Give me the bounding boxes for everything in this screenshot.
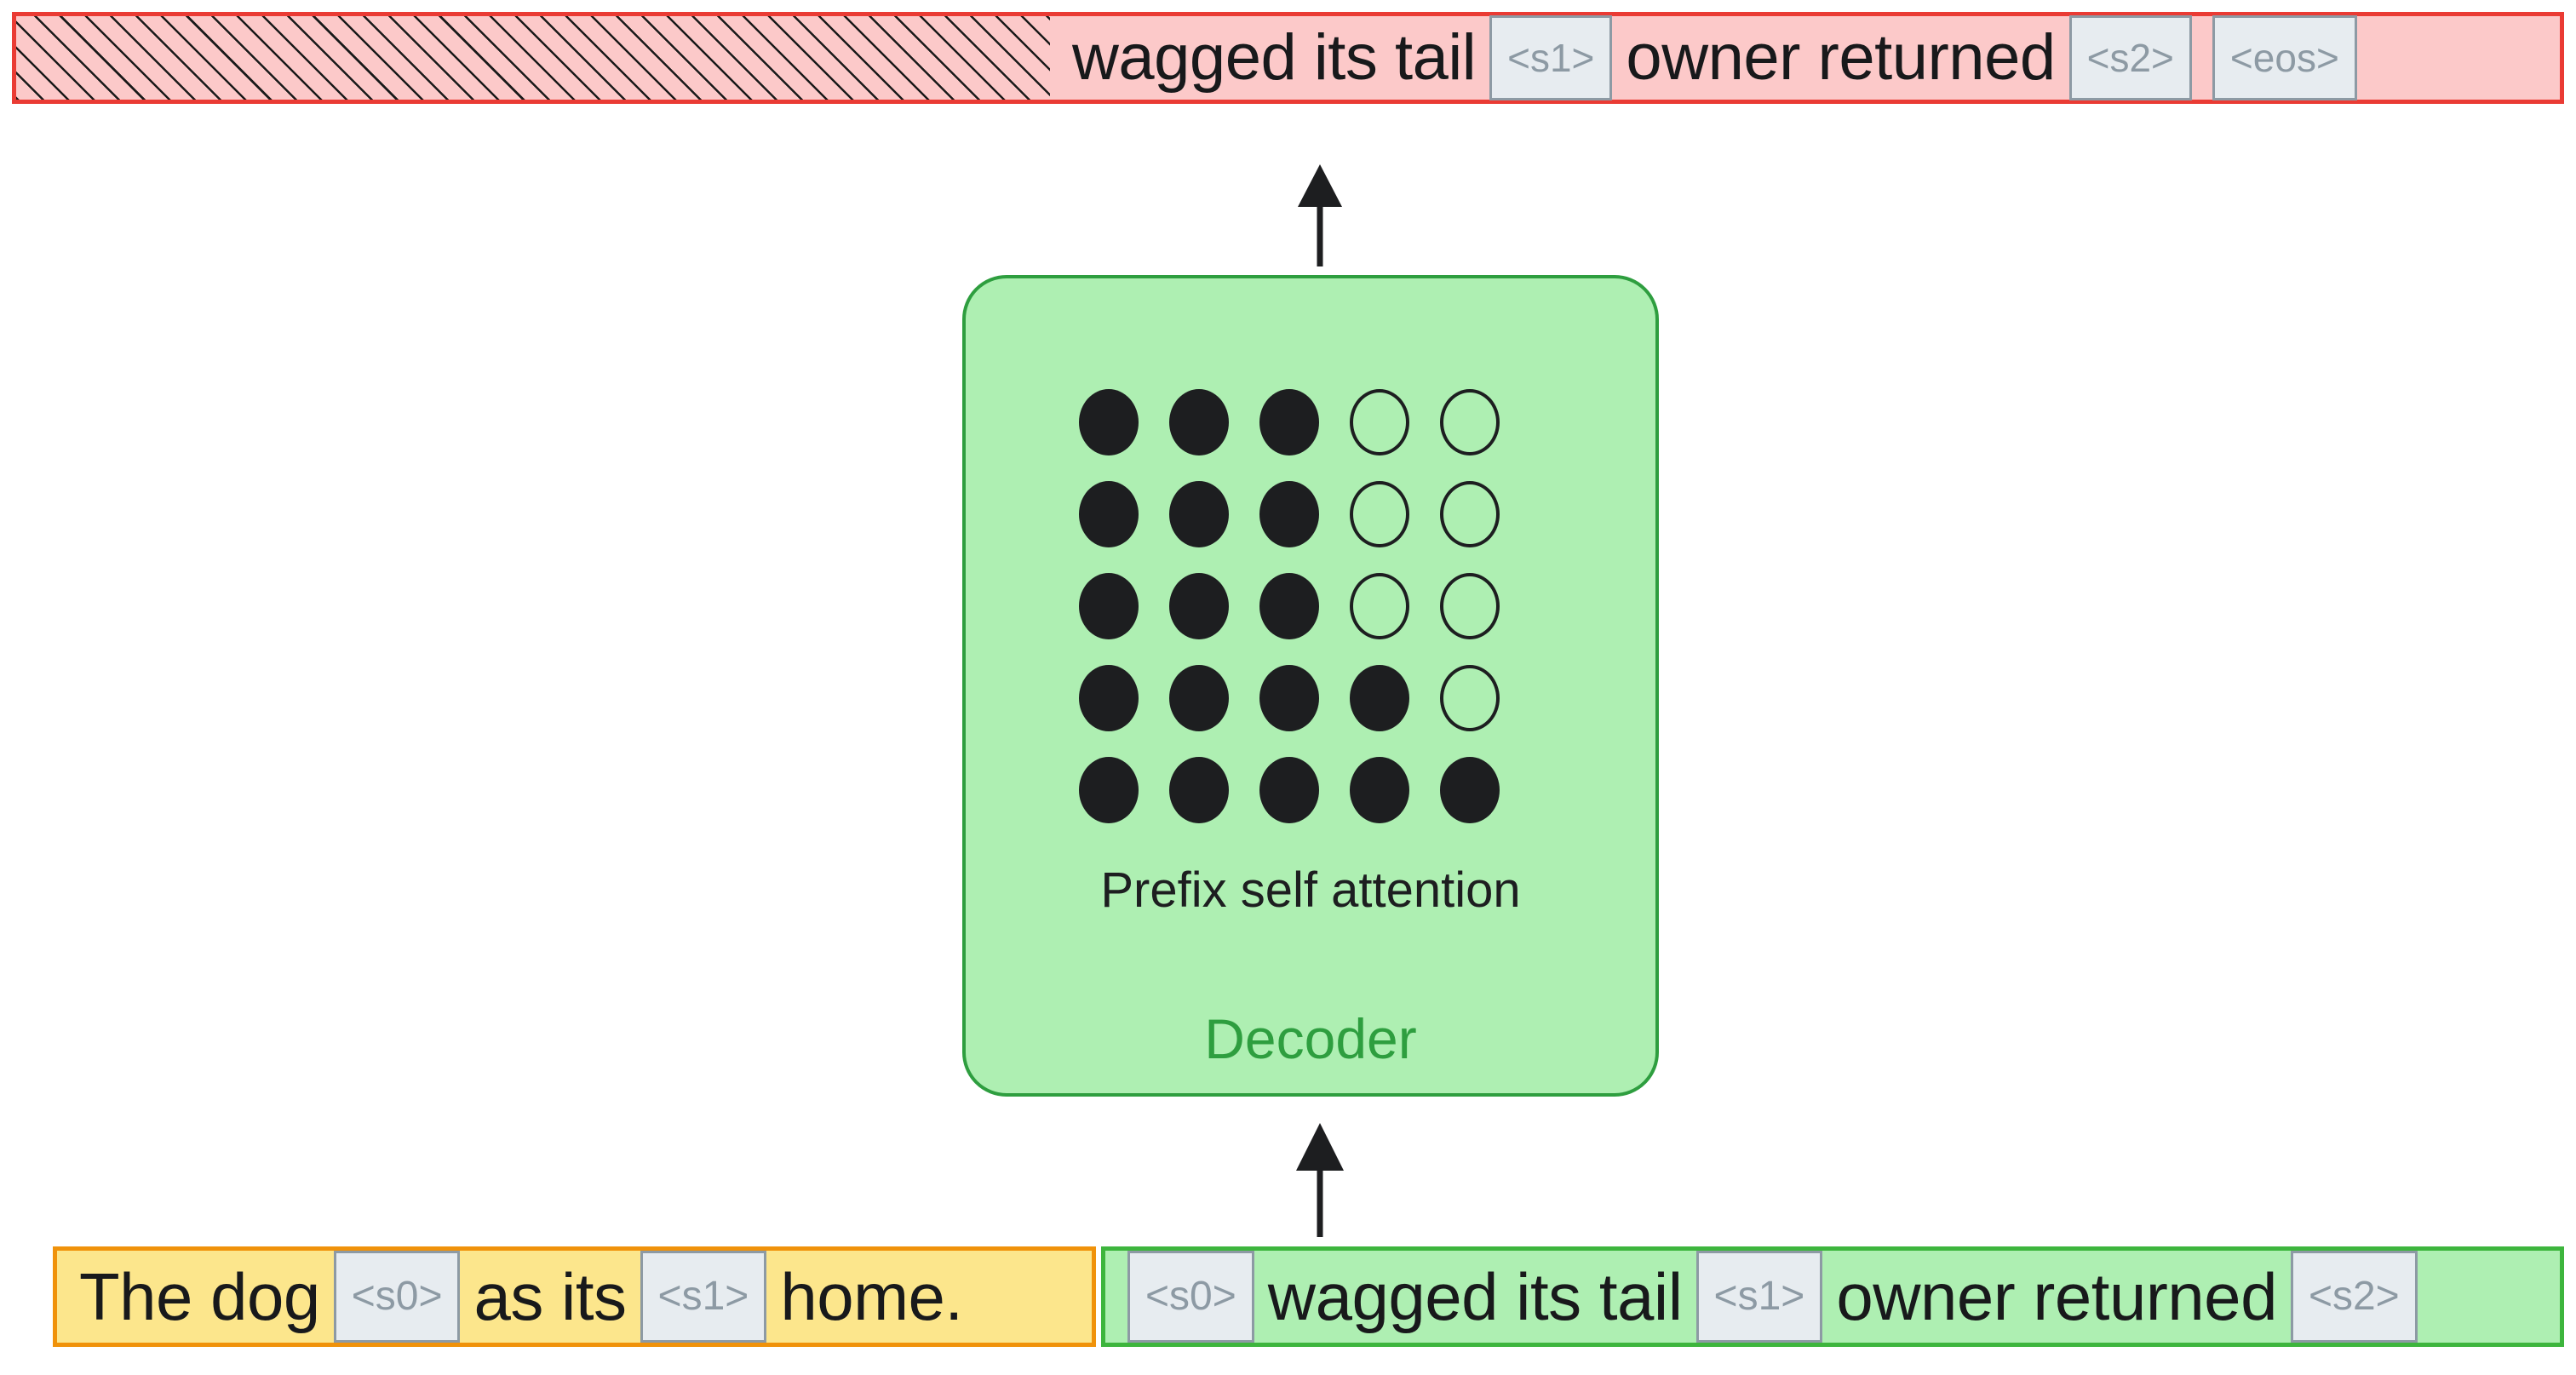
attention-dot-filled	[1259, 757, 1319, 823]
attention-dot-filled	[1169, 757, 1229, 823]
token-word: wagged its tail	[1072, 21, 1477, 94]
attention-dot-empty	[1350, 389, 1409, 455]
token-word: The dog	[79, 1259, 320, 1334]
input-to-decoder-arrow	[1296, 1123, 1344, 1237]
sentinel-token: <s1>	[1489, 15, 1613, 100]
token-word: as its	[473, 1259, 627, 1334]
attention-dot-filled	[1169, 389, 1229, 455]
attention-dot-filled	[1079, 573, 1139, 639]
sentinel-token: <s1>	[640, 1251, 767, 1343]
sentinel-token: <eos>	[2212, 15, 2357, 100]
decoder-to-output-arrow	[1298, 164, 1342, 266]
token-word: owner returned	[1836, 1259, 2277, 1334]
token-word: wagged its tail	[1267, 1259, 1683, 1334]
diagram-canvas: wagged its tail <s1> owner returned <s2> <eo…	[0, 0, 2576, 1375]
attention-dot-filled	[1169, 573, 1229, 639]
attention-dot-filled	[1079, 757, 1139, 823]
decoder-block: Prefix self attention Decoder	[962, 275, 1659, 1097]
attention-dot-empty	[1440, 573, 1500, 639]
sentinel-token: <s0>	[333, 1251, 461, 1343]
token-word: home.	[780, 1259, 963, 1334]
attention-caption-label: Prefix self attention	[1100, 862, 1521, 918]
attention-dot-filled	[1259, 481, 1319, 547]
attention-dot-empty	[1350, 481, 1409, 547]
attention-dot-filled	[1169, 665, 1229, 731]
attention-dot-filled	[1079, 481, 1139, 547]
attention-dot-empty	[1350, 573, 1409, 639]
attention-dot-filled	[1079, 389, 1139, 455]
prefix-self-attention-matrix	[1079, 389, 1500, 823]
attention-dot-filled	[1259, 389, 1319, 455]
output-tokens: wagged its tail <s1> owner returned <s2> <eo…	[1050, 15, 2367, 100]
source-tokens: The dog <s0> as its <s1> home.	[76, 1251, 967, 1343]
sentinel-token: <s1>	[1695, 1251, 1823, 1343]
source-input-bar: The dog <s0> as its <s1> home.	[53, 1246, 1096, 1347]
output-sequence-bar: wagged its tail <s1> owner returned <s2> <eo…	[12, 12, 2564, 104]
masked-prefix-hatched-region	[16, 16, 1050, 100]
sentinel-token: <s2>	[2290, 1251, 2418, 1343]
sentinel-token: <s0>	[1127, 1251, 1254, 1343]
attention-dot-filled	[1440, 757, 1500, 823]
attention-dot-filled	[1169, 481, 1229, 547]
attention-dot-empty	[1440, 665, 1500, 731]
attention-dot-filled	[1350, 757, 1409, 823]
decoder-title-label: Decoder	[1204, 1007, 1417, 1070]
target-tokens: <s0> wagged its tail <s1> owner returned <s2…	[1117, 1251, 2428, 1343]
target-input-bar: <s0> wagged its tail <s1> owner returned <s2…	[1101, 1246, 2564, 1347]
attention-dot-filled	[1259, 573, 1319, 639]
attention-dot-filled	[1259, 665, 1319, 731]
attention-dot-filled	[1079, 665, 1139, 731]
sentinel-token: <s2>	[2068, 15, 2192, 100]
attention-dot-empty	[1440, 481, 1500, 547]
attention-dot-empty	[1440, 389, 1500, 455]
attention-dot-filled	[1350, 665, 1409, 731]
token-word: owner returned	[1626, 21, 2056, 94]
